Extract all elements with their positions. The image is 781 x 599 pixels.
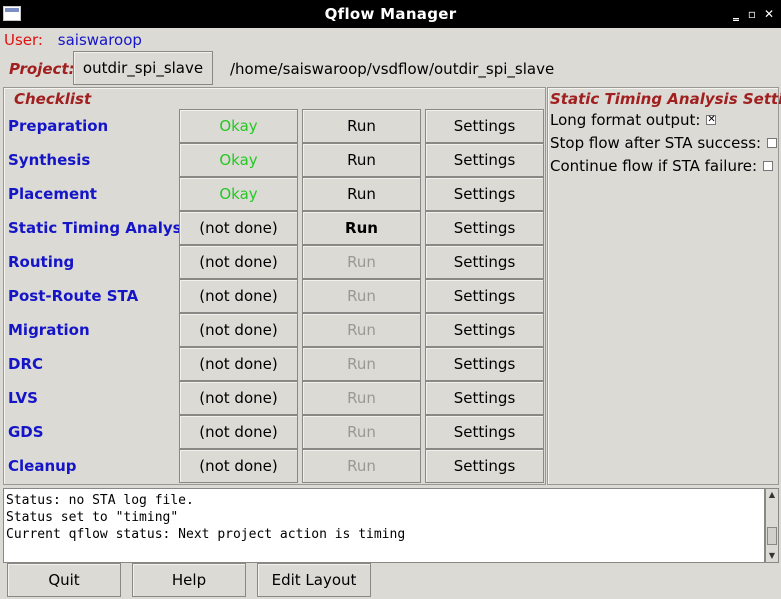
user-row: User: saiswaroop (4, 31, 142, 51)
stop-flow-checkbox[interactable] (767, 137, 778, 148)
run-button-drc: Run (302, 347, 421, 381)
help-button[interactable]: Help (132, 563, 246, 597)
status-gds: (not done) (179, 415, 298, 449)
settings-button-preparation[interactable]: Settings (425, 109, 544, 143)
settings-button-gds[interactable]: Settings (425, 415, 544, 449)
option-stop-after-sta-success: Stop flow after STA success: (550, 134, 778, 152)
step-label-static-timing-analysis: Static Timing Analysis (8, 219, 196, 237)
status-routing: (not done) (179, 245, 298, 279)
status-drc: (not done) (179, 347, 298, 381)
settings-button-drc[interactable]: Settings (425, 347, 544, 381)
status-log[interactable]: Status: no STA log file. Status set to "… (3, 488, 765, 563)
step-label-placement: Placement (8, 185, 97, 203)
log-line: Status: no STA log file. (6, 493, 194, 508)
run-button-placement[interactable]: Run (302, 177, 421, 211)
title-bar: Qflow Manager ‗ ▫ ✕ (0, 0, 781, 28)
option-label: Continue flow if STA failure: (550, 157, 758, 175)
run-button-routing: Run (302, 245, 421, 279)
step-label-routing: Routing (8, 253, 75, 271)
scroll-down-icon[interactable]: ▼ (767, 551, 777, 561)
maximize-icon[interactable]: ▫ (743, 5, 761, 23)
status-static-timing-analysis: (not done) (179, 211, 298, 245)
continue-flow-checkbox[interactable] (763, 160, 774, 171)
status-migration: (not done) (179, 313, 298, 347)
run-button-static-timing-analysis[interactable]: Run (302, 211, 421, 245)
settings-button-placement[interactable]: Settings (425, 177, 544, 211)
run-button-preparation[interactable]: Run (302, 109, 421, 143)
run-button-gds: Run (302, 415, 421, 449)
status-cleanup: (not done) (179, 449, 298, 483)
window-title: Qflow Manager (324, 5, 457, 23)
step-label-drc: DRC (8, 355, 44, 373)
option-label: Long format output: (550, 111, 701, 129)
checklist-title: Checklist (14, 90, 92, 108)
step-label-migration: Migration (8, 321, 90, 339)
option-long-format-output: Long format output: ✕ (550, 111, 717, 129)
user-name: saiswaroop (57, 31, 142, 49)
log-line: Status set to "timing" (6, 510, 179, 525)
step-label-preparation: Preparation (8, 117, 109, 135)
step-label-post-route-sta: Post-Route STA (8, 287, 139, 305)
run-button-cleanup: Run (302, 449, 421, 483)
step-label-gds: GDS (8, 423, 44, 441)
project-path: /home/saiswaroop/vsdflow/outdir_spi_slav… (230, 60, 555, 78)
option-label: Stop flow after STA success: (550, 134, 762, 152)
settings-button-static-timing-analysis[interactable]: Settings (425, 211, 544, 245)
option-continue-if-sta-failure: Continue flow if STA failure: (550, 157, 774, 175)
edit-layout-button[interactable]: Edit Layout (257, 563, 371, 597)
status-synthesis: Okay (179, 143, 298, 177)
user-label: User: (4, 31, 43, 49)
settings-button-synthesis[interactable]: Settings (425, 143, 544, 177)
run-button-synthesis[interactable]: Run (302, 143, 421, 177)
project-select-button[interactable]: outdir_spi_slave (73, 51, 213, 85)
status-post-route-sta: (not done) (179, 279, 298, 313)
log-scrollbar[interactable]: ▲ ▼ (765, 488, 779, 563)
step-label-lvs: LVS (8, 389, 38, 407)
sta-settings-title: Static Timing Analysis Settings (550, 90, 781, 108)
status-preparation: Okay (179, 109, 298, 143)
scroll-up-icon[interactable]: ▲ (767, 490, 777, 500)
step-label-synthesis: Synthesis (8, 151, 91, 169)
project-label: Project: (9, 60, 75, 78)
step-label-cleanup: Cleanup (8, 457, 77, 475)
settings-button-lvs[interactable]: Settings (425, 381, 544, 415)
run-button-migration: Run (302, 313, 421, 347)
quit-button[interactable]: Quit (7, 563, 121, 597)
long-format-checkbox[interactable]: ✕ (706, 114, 717, 125)
run-button-post-route-sta: Run (302, 279, 421, 313)
close-icon[interactable]: ✕ (760, 5, 778, 23)
settings-button-migration[interactable]: Settings (425, 313, 544, 347)
settings-button-cleanup[interactable]: Settings (425, 449, 544, 483)
settings-button-post-route-sta[interactable]: Settings (425, 279, 544, 313)
status-placement: Okay (179, 177, 298, 211)
status-lvs: (not done) (179, 381, 298, 415)
settings-button-routing[interactable]: Settings (425, 245, 544, 279)
run-button-lvs: Run (302, 381, 421, 415)
log-line: Current qflow status: Next project actio… (6, 527, 406, 542)
scroll-thumb[interactable] (767, 527, 777, 545)
